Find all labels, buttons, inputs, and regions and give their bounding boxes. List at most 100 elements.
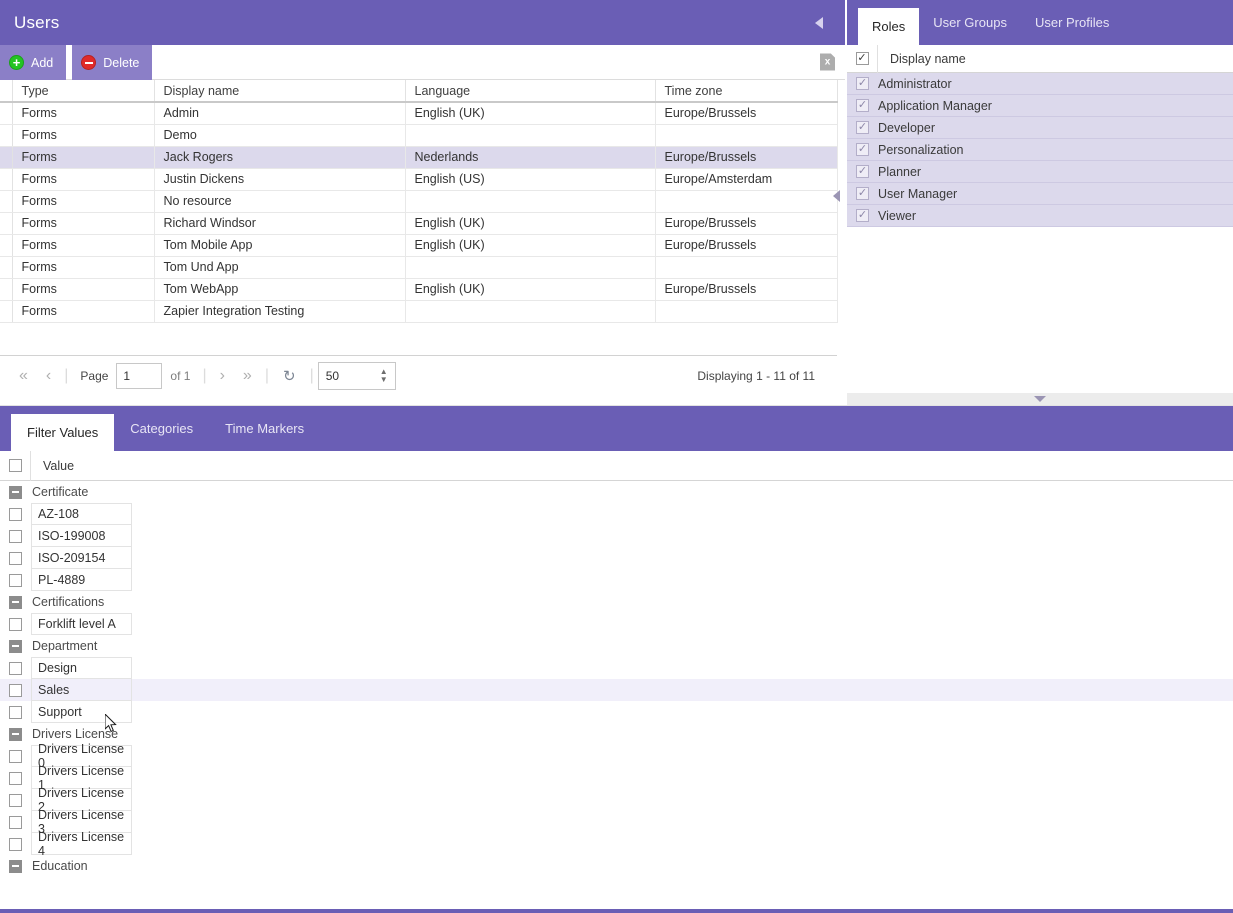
list-item[interactable]: ✓ Application Manager <box>847 95 1233 117</box>
filter-value-checkbox[interactable] <box>9 683 22 697</box>
role-checkbox[interactable]: ✓ <box>856 77 869 90</box>
list-item[interactable]: ✓ Personalization <box>847 139 1233 161</box>
column-header-time-zone[interactable]: Time zone <box>655 80 838 103</box>
cell-time-zone: Europe/Brussels <box>655 212 838 235</box>
filter-value-checkbox[interactable] <box>9 771 22 785</box>
filter-value-label: AZ-108 <box>31 503 132 525</box>
stepper-arrows[interactable]: ▲ ▼ <box>380 367 388 383</box>
next-page-button[interactable]: › <box>211 367 234 384</box>
chevron-down-icon[interactable] <box>1034 396 1046 402</box>
page-size-stepper[interactable]: 50 ▲ ▼ <box>317 361 396 390</box>
select-all-checkbox[interactable]: ✓ <box>855 52 869 65</box>
last-page-button[interactable]: » <box>234 367 261 384</box>
cell-type: Forms <box>12 256 155 279</box>
role-checkbox[interactable]: ✓ <box>856 165 869 178</box>
filter-value-checkbox[interactable] <box>9 529 22 543</box>
refresh-icon[interactable]: ↻ <box>273 367 306 385</box>
column-header-type[interactable]: Type <box>12 80 155 103</box>
tab-time-markers[interactable]: Time Markers <box>209 406 320 451</box>
delete-button[interactable]: Delete <box>72 45 153 80</box>
filter-value-row[interactable]: Support <box>0 701 1233 723</box>
table-row[interactable]: Forms Tom Mobile App English (UK) Europe… <box>0 234 838 257</box>
filter-value-checkbox[interactable] <box>9 551 22 565</box>
filter-value-checkbox[interactable] <box>9 793 22 807</box>
table-row[interactable]: Forms Zapier Integration Testing <box>0 300 838 323</box>
excel-export-icon[interactable]: x <box>820 53 835 71</box>
tab-filter-values[interactable]: Filter Values <box>11 414 115 451</box>
minus-box-icon[interactable] <box>9 859 22 873</box>
role-checkbox[interactable]: ✓ <box>856 99 869 112</box>
role-checkbox[interactable]: ✓ <box>856 143 869 156</box>
panel-splitter[interactable] <box>847 393 1233 405</box>
cell-type: Forms <box>12 146 155 169</box>
filter-value-label: Forklift level A <box>31 613 132 635</box>
list-item[interactable]: ✓ User Manager <box>847 183 1233 205</box>
filter-group-header[interactable]: Certifications <box>0 591 1233 613</box>
filter-value-checkbox[interactable] <box>9 617 22 631</box>
tab-user-groups[interactable]: User Groups <box>919 0 1021 45</box>
tab-user-profiles[interactable]: User Profiles <box>1021 0 1123 45</box>
tab-categories[interactable]: Categories <box>114 406 209 451</box>
tab-roles[interactable]: Roles <box>858 8 920 45</box>
role-label: Viewer <box>878 208 916 223</box>
filter-group-header[interactable]: Education <box>0 855 1233 877</box>
table-row[interactable]: Forms Justin Dickens English (US) Europe… <box>0 168 838 191</box>
table-row[interactable]: Forms Tom Und App <box>0 256 838 279</box>
filter-value-row[interactable]: AZ-108 <box>0 503 1233 525</box>
filter-group-header[interactable]: Drivers License <box>0 723 1233 745</box>
column-header-display-name[interactable]: Display name <box>878 52 966 66</box>
minus-box-icon[interactable] <box>9 595 22 609</box>
table-row-selected[interactable]: Forms Jack Rogers Nederlands Europe/Brus… <box>0 146 838 169</box>
role-checkbox[interactable]: ✓ <box>856 121 869 134</box>
filter-value-row[interactable]: Drivers License 0 <box>0 742 1233 770</box>
filter-value-checkbox[interactable] <box>9 815 22 829</box>
list-item[interactable]: ✓ Viewer <box>847 205 1233 227</box>
minus-box-icon[interactable] <box>9 727 22 741</box>
filter-value-checkbox[interactable] <box>9 705 22 719</box>
filter-value-row[interactable]: Drivers License 4 <box>0 830 1233 858</box>
table-row[interactable]: Forms Richard Windsor English (UK) Europ… <box>0 212 838 235</box>
stepper-down-icon[interactable]: ▼ <box>380 375 388 383</box>
select-all-checkbox[interactable] <box>8 459 22 472</box>
filter-value-row[interactable]: ISO-199008 <box>0 525 1233 547</box>
filter-value-row[interactable]: ISO-209154 <box>0 547 1233 569</box>
table-row[interactable]: Forms Demo <box>0 124 838 147</box>
column-header-language[interactable]: Language <box>405 80 656 103</box>
column-header-value[interactable]: Value <box>31 459 74 473</box>
previous-page-button[interactable]: ‹ <box>37 367 60 384</box>
divider: | <box>264 366 269 384</box>
filter-value-row[interactable]: Drivers License 1 <box>0 764 1233 792</box>
filter-value-checkbox[interactable] <box>9 749 22 763</box>
page-total-label: of 1 <box>170 368 191 383</box>
add-button[interactable]: + Add <box>0 45 67 80</box>
filter-value-row[interactable]: Drivers License 2 <box>0 786 1233 814</box>
filter-group-header[interactable]: Department <box>0 635 1233 657</box>
chevron-left-icon[interactable] <box>833 190 840 202</box>
list-item[interactable]: ✓ Developer <box>847 117 1233 139</box>
first-page-button[interactable]: « <box>10 367 37 384</box>
cell-display-name: Richard Windsor <box>154 212 406 235</box>
column-header-display-name[interactable]: Display name <box>154 80 406 103</box>
list-item[interactable]: ✓ Planner <box>847 161 1233 183</box>
page-number-input[interactable] <box>116 362 163 389</box>
filter-value-row[interactable]: Design <box>0 657 1233 679</box>
filter-value-row[interactable]: Sales <box>0 679 1233 701</box>
filter-value-row[interactable]: Drivers License 3 <box>0 808 1233 836</box>
table-row[interactable]: Forms Tom WebApp English (UK) Europe/Bru… <box>0 278 838 301</box>
filter-group-header[interactable]: Certificate <box>0 481 1233 503</box>
minus-box-icon[interactable] <box>9 639 22 653</box>
stepper-up-icon[interactable]: ▲ <box>380 367 388 375</box>
minus-box-icon[interactable] <box>9 485 22 499</box>
filter-value-checkbox[interactable] <box>9 661 22 675</box>
role-checkbox[interactable]: ✓ <box>856 187 869 200</box>
chevron-left-icon[interactable] <box>815 16 823 29</box>
filter-value-checkbox[interactable] <box>9 837 22 851</box>
filter-value-checkbox[interactable] <box>9 573 22 587</box>
filter-value-row[interactable]: PL-4889 <box>0 569 1233 591</box>
role-checkbox[interactable]: ✓ <box>856 209 869 222</box>
table-row[interactable]: Forms Admin English (UK) Europe/Brussels <box>0 102 838 125</box>
list-item[interactable]: ✓ Administrator <box>847 73 1233 95</box>
filter-value-row[interactable]: Forklift level A <box>0 613 1233 635</box>
table-row[interactable]: Forms No resource <box>0 190 838 213</box>
filter-value-checkbox[interactable] <box>9 507 22 521</box>
